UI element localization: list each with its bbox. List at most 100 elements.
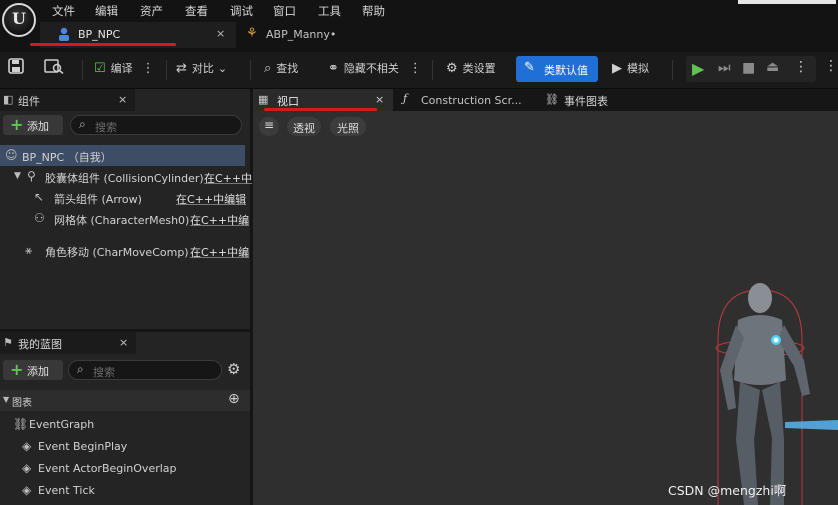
menu-tools[interactable]: 工具	[318, 3, 341, 19]
menu-edit[interactable]: 编辑	[95, 3, 118, 19]
close-icon[interactable]: ×	[119, 336, 128, 349]
viewport-menu-button[interactable]: ≡	[259, 117, 279, 136]
class-defaults-button[interactable]: ✎ 类默认值	[516, 56, 598, 82]
components-tab[interactable]: ◧ 组件 ×	[0, 89, 135, 111]
component-row-arrow[interactable]: ↖ 箭头组件 (Arrow) 在C++中编辑	[0, 187, 246, 208]
tab-label: 事件图表	[564, 95, 608, 108]
blueprint-actor-icon	[59, 27, 69, 41]
blueprint-search-input[interactable]: ⌕ 搜索	[68, 360, 222, 380]
tab-label: 视口	[277, 95, 299, 108]
component-search-input[interactable]: ⌕ 搜索	[70, 115, 242, 135]
event-graph-icon: ⛓	[545, 93, 559, 106]
compile-button[interactable]: ☑ 编译 ⋮	[94, 60, 160, 76]
diff-button[interactable]: ⇄ 对比 ⌄	[176, 60, 227, 76]
menu-asset[interactable]: 资产	[140, 3, 163, 19]
tab-construction-script[interactable]: ƒ Construction Scr...	[397, 89, 537, 111]
hide-unrelated-button[interactable]: ⚭ 隐藏不相关 ⋮	[328, 60, 427, 76]
component-label: 胶囊体组件 (CollisionCylinder)	[45, 172, 204, 185]
menu-window[interactable]: 窗口	[273, 3, 296, 19]
perspective-label: 透视	[293, 122, 315, 135]
edit-in-cpp-link[interactable]: 在C++中编	[190, 212, 249, 228]
menu-view[interactable]: 查看	[185, 3, 208, 19]
add-blueprint-item-button[interactable]: + 添加	[3, 360, 63, 380]
event-icon: ◈	[22, 439, 32, 453]
event-label: Event ActorBeginOverlap	[38, 462, 177, 475]
close-icon[interactable]: ×	[375, 93, 384, 106]
eject-icon[interactable]: ⏏	[766, 59, 779, 75]
gear-icon[interactable]: ⚙	[227, 360, 240, 378]
skeletal-mesh-icon: ⚇	[34, 211, 45, 225]
find-label: 查找	[276, 62, 299, 75]
more-options-icon[interactable]: ⋮	[824, 58, 838, 74]
search-icon: ⌕	[79, 117, 86, 131]
menu-help[interactable]: 帮助	[362, 3, 385, 19]
simulate-label: 模拟	[627, 62, 649, 75]
event-item[interactable]: ◈ Event BeginPlay	[0, 436, 250, 457]
add-circle-icon[interactable]: ⊕	[228, 391, 240, 407]
browse-icon[interactable]	[44, 58, 64, 74]
lit-mode-button[interactable]: 光照	[330, 117, 366, 136]
find-button[interactable]: ⌕ 查找	[264, 60, 298, 76]
edit-in-cpp-link[interactable]: 在C++中编辑	[176, 191, 246, 207]
graphs-section-label: 图表	[12, 398, 32, 409]
component-row-mesh[interactable]: ⚇ 网格体 (CharacterMesh0) 在C++中编	[0, 208, 249, 229]
class-defaults-label: 类默认值	[544, 64, 588, 77]
simulate-button[interactable]: ▶ 模拟	[612, 60, 649, 76]
add-component-button[interactable]: + 添加	[3, 115, 63, 135]
doc-tab-abp-manny[interactable]: ⚘ ABP_Manny•	[236, 22, 376, 48]
unreal-logo-icon[interactable]: U	[2, 3, 36, 37]
hide-unrelated-label: 隐藏不相关	[343, 62, 399, 75]
component-label: 角色移动 (CharMoveComp)	[45, 246, 189, 259]
more-options-icon[interactable]: ⋮	[409, 61, 422, 76]
component-row-capsule[interactable]: ▼ ⚲ 胶囊体组件 (CollisionCylinder) 在C++中	[0, 166, 252, 187]
event-graph-icon: ⛓	[13, 417, 29, 431]
window-controls[interactable]	[738, 0, 836, 4]
more-options-icon[interactable]: ⋮	[142, 61, 155, 76]
diff-label: 对比	[191, 62, 214, 75]
diff-icon: ⇄	[176, 60, 187, 76]
menu-debug[interactable]: 调试	[230, 3, 253, 19]
tab-event-graph[interactable]: ⛓ 事件图表	[538, 89, 658, 111]
gear-icon: ⚙	[446, 60, 458, 76]
annotation-underline	[30, 43, 176, 46]
event-item[interactable]: ◈ Event Tick	[0, 480, 250, 501]
component-row-movement[interactable]: ⚹ 角色移动 (CharMoveComp) 在C++中编	[0, 240, 249, 261]
close-icon[interactable]: ×	[118, 93, 127, 106]
event-label: Event Tick	[38, 484, 95, 497]
add-label: 添加	[27, 365, 49, 378]
close-icon[interactable]: ×	[216, 27, 225, 40]
class-settings-label: 类设置	[462, 62, 496, 75]
event-graph-item[interactable]: ⛓ EventGraph	[0, 414, 250, 435]
stop-icon[interactable]: ■	[742, 60, 755, 76]
actor-icon: ☺	[5, 148, 18, 162]
event-icon: ◈	[22, 461, 32, 475]
class-settings-button[interactable]: ⚙ 类设置	[446, 60, 496, 76]
capsule-icon: ⚲	[27, 169, 36, 183]
plus-icon: +	[10, 360, 24, 379]
component-label: 箭头组件 (Arrow)	[54, 193, 142, 206]
collapse-arrow-icon[interactable]: ▼	[14, 171, 21, 181]
edit-in-cpp-link[interactable]: 在C++中编	[190, 244, 249, 260]
menu-file[interactable]: 文件	[52, 3, 75, 19]
find-icon: ⌕	[264, 60, 272, 76]
collapse-arrow-icon: ▼	[3, 395, 10, 404]
event-item[interactable]: ◈ Event ActorBeginOverlap	[0, 458, 250, 479]
save-icon[interactable]	[8, 58, 24, 74]
function-icon: ƒ	[403, 92, 408, 105]
my-blueprint-tab[interactable]: ⚑ 我的蓝图 ×	[0, 332, 136, 354]
lit-label: 光照	[337, 122, 359, 135]
more-options-icon[interactable]: ⋮	[794, 59, 808, 75]
component-row-self[interactable]: ☺ BP_NPC （自我）	[0, 145, 245, 166]
event-label: Event BeginPlay	[38, 440, 128, 453]
character-mannequin	[715, 283, 838, 505]
viewport-icon: ▦	[258, 93, 269, 106]
compile-check-icon: ☑	[94, 60, 106, 76]
step-icon[interactable]: ⏭	[718, 60, 731, 76]
play-icon[interactable]: ▶	[692, 59, 704, 78]
perspective-button[interactable]: 透视	[287, 117, 321, 136]
class-defaults-icon: ✎	[524, 60, 535, 75]
watermark: CSDN @mengzhi啊	[668, 483, 787, 498]
components-title: 组件	[18, 95, 40, 108]
graphs-section-header[interactable]: ▼ 图表 ⊕	[0, 390, 250, 411]
edit-in-cpp-link[interactable]: 在C++中	[204, 170, 252, 186]
